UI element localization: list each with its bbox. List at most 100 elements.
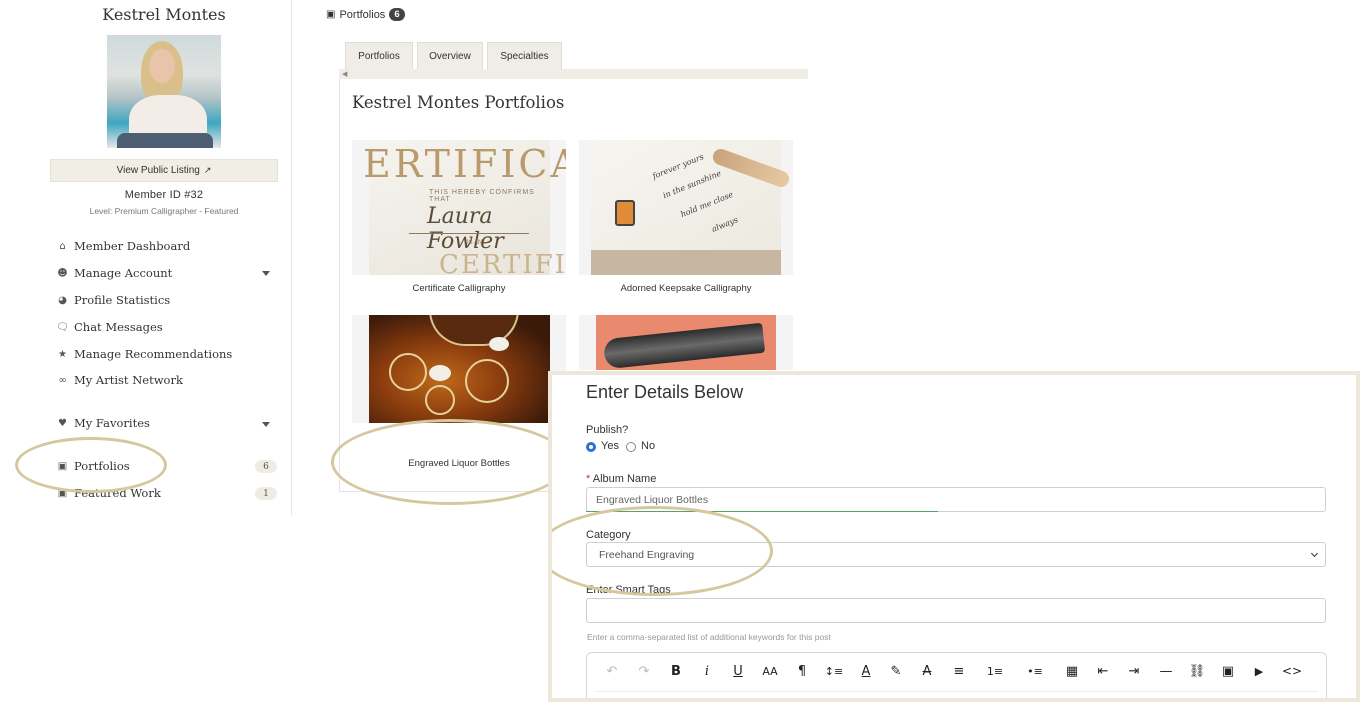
table-button[interactable]: ▦ — [1063, 662, 1081, 680]
sidebar-item-chat[interactable]: 🗨 Chat Messages — [56, 318, 163, 336]
image-text: THIS HEREBY CONFIRMS THAT — [429, 189, 535, 203]
image-text: ERTIFICA — [363, 142, 566, 186]
horizontal-rule-button[interactable]: — — [1157, 662, 1175, 680]
portfolio-card-caption[interactable]: Certificate Calligraphy — [352, 283, 566, 294]
category-label: Category — [586, 529, 631, 541]
image-icon: ▣ — [57, 487, 68, 499]
line-height-button[interactable]: ↕≡ — [821, 662, 847, 680]
insert-image-button[interactable]: ▣ — [1219, 662, 1237, 680]
network-icon: ∞ — [58, 374, 67, 386]
avatar — [107, 35, 221, 148]
tab-overview[interactable]: Overview — [417, 42, 483, 69]
album-name-label: * Album Name — [586, 473, 656, 485]
album-name-value: Engraved Liquor Bottles — [596, 493, 709, 506]
view-public-listing-label: View Public Listing — [116, 165, 200, 176]
sidebar-item-dashboard[interactable]: ⌂ Member Dashboard — [56, 237, 190, 255]
sidebar-item-label: Member Dashboard — [74, 239, 191, 253]
sidebar-item-label: My Favorites — [74, 416, 150, 430]
form-title: Enter Details Below — [586, 382, 744, 402]
font-size-button[interactable]: AA — [757, 662, 783, 680]
portfolio-card-image[interactable]: ERTIFICA THIS HEREBY CONFIRMS THAT Laura… — [352, 140, 566, 275]
portfolio-card-caption[interactable]: Adorned Keepsake Calligraphy — [579, 283, 793, 294]
link-button[interactable]: ⛓ — [1188, 662, 1206, 680]
ordered-list-button[interactable]: 1≡ — [981, 662, 1009, 680]
paragraph-format-button[interactable]: ¶ — [791, 662, 813, 680]
portfolio-card-image[interactable] — [579, 315, 793, 370]
user-circle-icon: ☻ — [57, 267, 68, 279]
align-button[interactable]: ≡ — [947, 662, 971, 680]
sidebar-item-manage-account[interactable]: ☻ Manage Account — [56, 264, 172, 282]
pie-chart-icon: ◕ — [58, 294, 67, 306]
rich-text-editor[interactable]: ↶ ↷ B i U AA ¶ ↕≡ A ✎ A ≡ 1≡ •≡ ▦ ⇤ ⇥ — … — [586, 652, 1327, 698]
code-view-button[interactable]: <> — [1281, 662, 1303, 680]
required-marker: * — [586, 473, 591, 485]
chevron-left-icon[interactable]: ◀ — [342, 70, 347, 78]
insert-video-button[interactable]: ▶ — [1250, 662, 1268, 680]
italic-button[interactable]: i — [698, 662, 716, 680]
category-select[interactable]: Freehand Engraving — [586, 542, 1326, 567]
portfolio-card-image[interactable] — [352, 315, 566, 423]
album-name-label-text: Album Name — [592, 473, 657, 485]
sidebar-item-label: Profile Statistics — [74, 293, 171, 307]
tab-scroll-strip: ◀ — [339, 69, 808, 79]
image-text: CERTIFIED — [439, 250, 566, 275]
sidebar-item-featured-work[interactable]: ▣ Featured Work — [56, 484, 161, 502]
member-level: Level: Premium Calligrapher - Featured — [89, 206, 239, 216]
editor-toolbar: ↶ ↷ B i U AA ¶ ↕≡ A ✎ A ≡ 1≡ •≡ ▦ ⇤ ⇥ — … — [587, 653, 1326, 689]
sidebar-item-label: Chat Messages — [74, 320, 163, 334]
member-name: Kestrel Montes — [102, 5, 226, 24]
publish-yes-label: Yes — [601, 440, 619, 452]
album-name-input[interactable]: Engraved Liquor Bottles — [586, 487, 1326, 512]
sidebar-item-portfolios[interactable]: ▣ Portfolios — [56, 457, 130, 475]
underline-button[interactable]: U — [729, 662, 747, 680]
featured-count-badge: 1 — [255, 487, 277, 500]
image-icon: ▣ — [326, 9, 336, 20]
tab-label: Overview — [429, 50, 471, 62]
smart-tags-help: Enter a comma-separated list of addition… — [587, 632, 831, 642]
category-value: Freehand Engraving — [599, 548, 695, 561]
chevron-down-icon[interactable] — [262, 422, 270, 427]
sidebar-item-recommendations[interactable]: ★ Manage Recommendations — [56, 345, 232, 363]
heart-icon: ♥ — [58, 417, 67, 429]
panel-title: Kestrel Montes Portfolios — [352, 93, 565, 112]
tab-label: Specialties — [500, 50, 549, 62]
chevron-down-icon[interactable] — [262, 271, 270, 276]
sidebar-item-favorites[interactable]: ♥ My Favorites — [56, 414, 150, 432]
tab-specialties[interactable]: Specialties — [487, 42, 562, 69]
publish-label: Publish? — [586, 424, 629, 436]
sidebar: Kestrel Montes View Public Listing ↗ Mem… — [0, 0, 292, 516]
undo-button[interactable]: ↶ — [603, 662, 621, 680]
smart-tags-input[interactable] — [586, 598, 1326, 623]
indent-button[interactable]: ⇥ — [1125, 662, 1143, 680]
redo-button[interactable]: ↷ — [635, 662, 653, 680]
bold-button[interactable]: B — [667, 662, 685, 680]
sidebar-item-network[interactable]: ∞ My Artist Network — [56, 371, 183, 389]
outdent-button[interactable]: ⇤ — [1094, 662, 1112, 680]
details-form: Enter Details Below Publish? Yes No * Al… — [548, 371, 1360, 702]
breadcrumb-count-badge: 6 — [389, 8, 405, 21]
portfolio-card-image[interactable]: forever yours in the sunshine hold me cl… — [579, 140, 793, 275]
sidebar-item-label: Portfolios — [74, 459, 130, 473]
unordered-list-button[interactable]: •≡ — [1021, 662, 1049, 680]
publish-no-label: No — [641, 440, 656, 452]
external-link-icon: ↗ — [203, 165, 212, 175]
publish-yes-radio[interactable] — [586, 442, 596, 452]
smart-tags-label: Enter Smart Tags — [586, 584, 671, 596]
clear-format-button[interactable]: A — [918, 662, 936, 680]
view-public-listing-button[interactable]: View Public Listing ↗ — [50, 159, 278, 182]
font-color-button[interactable]: A — [857, 662, 875, 680]
image-icon: ▣ — [57, 460, 68, 472]
portfolios-count-badge: 6 — [255, 460, 277, 473]
home-icon: ⌂ — [59, 240, 66, 252]
sidebar-item-statistics[interactable]: ◕ Profile Statistics — [56, 291, 170, 309]
publish-no-radio[interactable] — [626, 442, 636, 452]
highlight-button[interactable]: ✎ — [887, 662, 905, 680]
sidebar-item-label: My Artist Network — [74, 373, 183, 387]
portfolio-card-caption[interactable]: Engraved Liquor Bottles — [352, 458, 566, 469]
breadcrumb: ▣ Portfolios 6 — [326, 8, 405, 21]
sidebar-item-label: Manage Recommendations — [74, 347, 233, 361]
tab-portfolios[interactable]: Portfolios — [345, 42, 413, 69]
chat-icon: 🗨 — [56, 321, 69, 333]
image-text: IS AN — [467, 240, 483, 246]
sidebar-item-label: Featured Work — [74, 486, 161, 500]
